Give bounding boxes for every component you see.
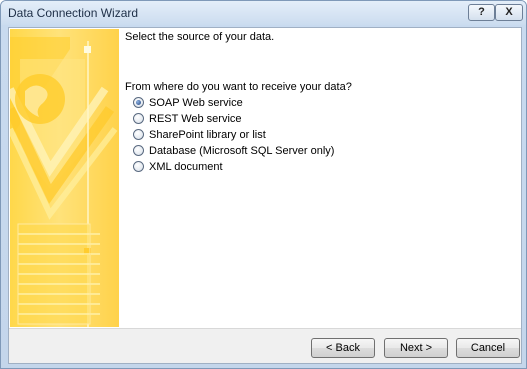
option-label: REST Web service [149, 112, 242, 125]
banner-illustration [10, 37, 118, 327]
option-xml-document[interactable]: XML document [133, 159, 223, 174]
radio-button-icon[interactable] [133, 161, 144, 172]
footer-divider [9, 328, 521, 329]
close-button[interactable]: X [495, 4, 523, 21]
cancel-button[interactable]: Cancel [456, 338, 520, 358]
option-rest-web-service[interactable]: REST Web service [133, 111, 242, 126]
window-title: Data Connection Wizard [8, 6, 139, 20]
source-question: From where do you want to receive your d… [125, 81, 352, 93]
dialog-client-area: Select the source of your data. From whe… [8, 27, 522, 364]
option-label: Database (Microsoft SQL Server only) [149, 144, 335, 157]
option-database[interactable]: Database (Microsoft SQL Server only) [133, 143, 334, 158]
dialog-window: Data Connection Wizard ? X Select the so… [0, 0, 527, 369]
next-button[interactable]: Next > [384, 338, 448, 358]
radio-button-icon[interactable] [133, 129, 144, 140]
option-soap-web-service[interactable]: SOAP Web service [133, 95, 243, 110]
option-label: XML document [149, 160, 223, 173]
option-label: SOAP Web service [149, 96, 243, 109]
radio-button-icon[interactable] [133, 145, 144, 156]
option-sharepoint-library[interactable]: SharePoint library or list [133, 127, 266, 142]
radio-button-selected-icon[interactable] [133, 97, 144, 108]
help-button[interactable]: ? [468, 4, 495, 21]
wizard-content: Select the source of your data. From whe… [9, 28, 521, 328]
option-label: SharePoint library or list [149, 128, 266, 141]
back-button[interactable]: < Back [311, 338, 375, 358]
page-heading: Select the source of your data. [125, 31, 275, 43]
wizard-banner-graphic [10, 29, 119, 327]
title-bar[interactable]: Data Connection Wizard ? X [1, 1, 526, 25]
radio-button-icon[interactable] [133, 113, 144, 124]
